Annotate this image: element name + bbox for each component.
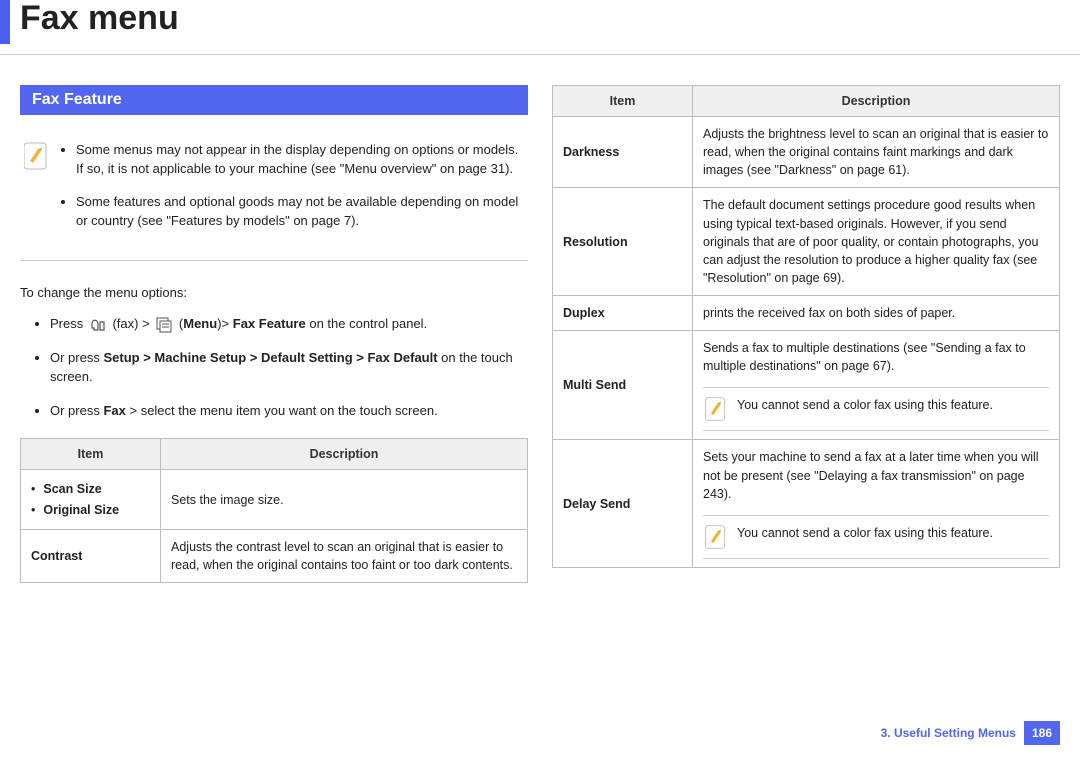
feature-table-left: Item Description •Scan Size •Original Si… xyxy=(20,438,528,583)
feature-table-right: Item Description Darkness Adjusts the br… xyxy=(552,85,1060,568)
table-row: Darkness Adjusts the brightness level to… xyxy=(553,117,1060,188)
desc-text: Sends a fax to multiple destinations (se… xyxy=(703,339,1049,375)
page-title: Fax menu xyxy=(20,0,179,37)
text: Press xyxy=(50,316,87,331)
table-row: Delay Send Sets your machine to send a f… xyxy=(553,440,1060,567)
text: )> xyxy=(217,316,233,331)
footer-chapter: 3. Useful Setting Menus xyxy=(881,726,1016,740)
text: > select the menu item you want on the t… xyxy=(126,403,438,418)
step-item: Or press Fax > select the menu item you … xyxy=(50,401,528,421)
note-item: Some features and optional goods may not… xyxy=(76,193,524,231)
item-label: Scan Size xyxy=(43,480,101,498)
desc-text: Sets your machine to send a fax at a lat… xyxy=(703,448,1049,502)
left-column: Fax Feature Some menus may not appear in… xyxy=(20,85,528,583)
footer-page-number: 186 xyxy=(1024,721,1060,745)
bold-text: Menu xyxy=(183,316,217,331)
text: (fax) > xyxy=(112,316,153,331)
desc-cell: Adjusts the brightness level to scan an … xyxy=(693,117,1060,188)
table-header-row: Item Description xyxy=(553,86,1060,117)
note-list: Some menus may not appear in the display… xyxy=(58,141,524,244)
bold-text: Setup > Machine Setup > Default Setting … xyxy=(103,350,437,365)
section-header: Fax Feature xyxy=(20,85,528,115)
desc-cell: Adjusts the contrast level to scan an or… xyxy=(161,529,528,582)
bold-text: Fax Feature xyxy=(233,316,306,331)
desc-cell: Sets the image size. xyxy=(161,470,528,529)
text: Or press xyxy=(50,403,103,418)
note-pencil-icon xyxy=(24,141,48,171)
item-cell: Resolution xyxy=(553,188,693,296)
note-pencil-icon xyxy=(705,524,727,550)
item-cell: Duplex xyxy=(553,296,693,331)
desc-cell: prints the received fax on both sides of… xyxy=(693,296,1060,331)
th-desc: Description xyxy=(693,86,1060,117)
note-pencil-icon xyxy=(705,396,727,422)
item-cell: Contrast xyxy=(21,529,161,582)
item-cell: Multi Send xyxy=(553,331,693,440)
note-item: Some menus may not appear in the display… xyxy=(76,141,524,179)
text: Or press xyxy=(50,350,103,365)
inline-note: You cannot send a color fax using this f… xyxy=(703,387,1049,431)
inline-note: You cannot send a color fax using this f… xyxy=(703,515,1049,559)
table-row: Multi Send Sends a fax to multiple desti… xyxy=(553,331,1060,440)
step-item: Or press Setup > Machine Setup > Default… xyxy=(50,348,528,387)
table-header-row: Item Description xyxy=(21,439,528,470)
desc-cell: Sets your machine to send a fax at a lat… xyxy=(693,440,1060,567)
steps-list: Press (fax) > (Menu)> Fax Feature on the… xyxy=(20,314,528,420)
menu-icon xyxy=(155,316,173,334)
table-row: •Scan Size •Original Size Sets the image… xyxy=(21,470,528,529)
item-cell: Delay Send xyxy=(553,440,693,567)
content-area: Fax Feature Some menus may not appear in… xyxy=(0,55,1080,583)
th-item: Item xyxy=(553,86,693,117)
table-row: Duplex prints the received fax on both s… xyxy=(553,296,1060,331)
note-text: You cannot send a color fax using this f… xyxy=(737,396,993,414)
table-row: Contrast Adjusts the contrast level to s… xyxy=(21,529,528,582)
table-row: Resolution The default document settings… xyxy=(553,188,1060,296)
title-bar: Fax menu xyxy=(0,0,1080,55)
th-desc: Description xyxy=(161,439,528,470)
right-column: Item Description Darkness Adjusts the br… xyxy=(552,85,1060,583)
item-cell: •Scan Size •Original Size xyxy=(21,470,161,529)
th-item: Item xyxy=(21,439,161,470)
bold-text: Fax xyxy=(103,403,125,418)
desc-cell: Sends a fax to multiple destinations (se… xyxy=(693,331,1060,440)
text: on the control panel. xyxy=(306,316,427,331)
fax-icon xyxy=(89,316,107,334)
desc-cell: The default document settings procedure … xyxy=(693,188,1060,296)
note-text: You cannot send a color fax using this f… xyxy=(737,524,993,542)
step-item: Press (fax) > (Menu)> Fax Feature on the… xyxy=(50,314,528,334)
info-note: Some menus may not appear in the display… xyxy=(20,141,528,261)
page-footer: 3. Useful Setting Menus 186 xyxy=(881,721,1060,745)
item-label: Original Size xyxy=(43,501,119,519)
intro-text: To change the menu options: xyxy=(20,285,528,300)
title-accent xyxy=(0,0,10,44)
item-cell: Darkness xyxy=(553,117,693,188)
